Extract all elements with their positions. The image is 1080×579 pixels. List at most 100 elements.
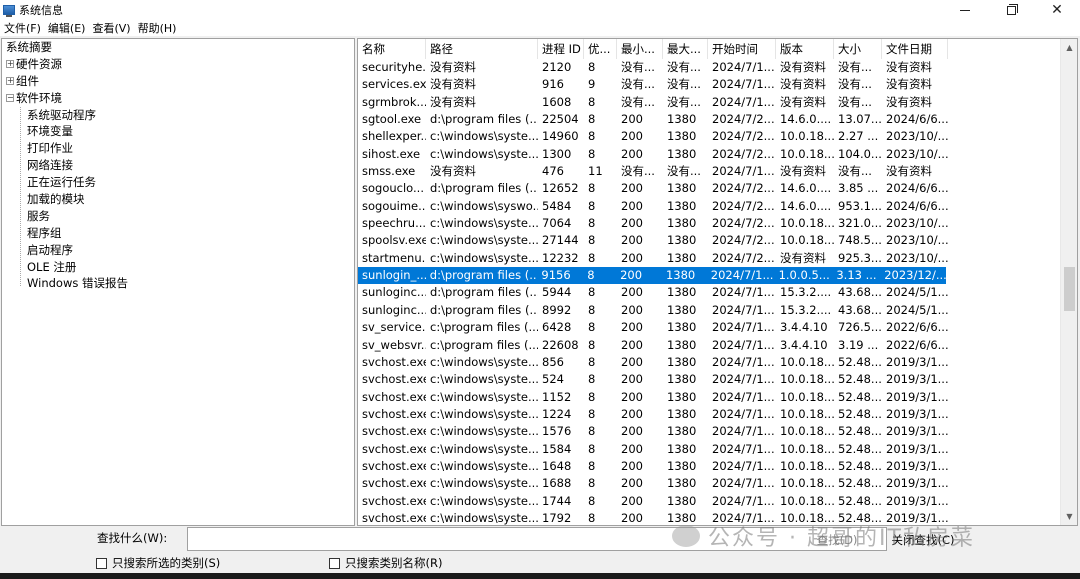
table-cell: 8	[588, 337, 596, 352]
menu-item-1[interactable]: 编辑(E)	[48, 20, 86, 36]
table-cell: 8	[587, 268, 595, 283]
table-row[interactable]: services.exe 没有资料 916 9 没有... 没有... 2024/7/1..…	[358, 76, 1062, 93]
search-category-names-label: 只搜索类别名称(R)	[345, 556, 443, 570]
tree-item-6[interactable]: 打印作业	[2, 140, 354, 157]
tree-item-4[interactable]: 系统驱动程序	[2, 107, 354, 124]
column-header-1[interactable]: 路径	[426, 39, 538, 59]
column-header-6[interactable]: 开始时间	[708, 39, 776, 59]
window-title: 系统信息	[19, 4, 63, 17]
table-row[interactable]: sunlogin_... d:\program files (... 9156 8 20…	[358, 267, 946, 285]
tree-item-label: 环境变量	[27, 124, 73, 139]
table-cell: 2024/7/2...	[712, 181, 775, 196]
scroll-thumb[interactable]	[1064, 267, 1075, 311]
table-row[interactable]: smss.exe 没有资料 476 11 没有... 没有... 2024/7/1... 没有…	[358, 163, 1062, 180]
close-button[interactable]: ✕	[1034, 0, 1080, 20]
menu-item-3[interactable]: 帮助(H)	[138, 20, 177, 36]
table-row[interactable]: svchost.exe c:\windows\syste... 1576 8 200 13…	[358, 423, 1062, 440]
menu-item-0[interactable]: 文件(F)	[4, 20, 41, 36]
minimize-icon	[960, 9, 970, 11]
table-row[interactable]: sv_service... c:\program files (... 6428 8 2…	[358, 319, 1062, 336]
table-row[interactable]: startmenu... c:\windows\syste... 12232 8 200…	[358, 250, 1062, 267]
table-cell: 1380	[667, 424, 697, 439]
table-cell: 2024/7/1...	[712, 337, 775, 352]
table-cell: 200	[621, 337, 643, 352]
column-header-8[interactable]: 大小	[834, 39, 882, 59]
tree-item-9[interactable]: 加载的模块	[2, 191, 354, 208]
table-row[interactable]: speechru... c:\windows\syste... 7064 8 200 13…	[358, 215, 1062, 232]
scroll-up-arrow-icon[interactable]: ▲	[1061, 39, 1077, 56]
vertical-scrollbar[interactable]: ▲ ▼	[1060, 39, 1077, 525]
category-tree[interactable]: 系统摘要 + 硬件资源 + 组件 − 软件环境 系统驱动程序 环境变量 打印作业 网络连接 正在运行任…	[1, 38, 355, 526]
tree-item-3[interactable]: − 软件环境	[2, 90, 354, 107]
table-row[interactable]: sv_websvr... c:\program files (... 22608 8 2…	[358, 337, 1062, 354]
tree-item-7[interactable]: 网络连接	[2, 157, 354, 174]
table-cell: d:\program files (...	[430, 285, 538, 300]
expand-icon[interactable]: +	[6, 60, 14, 69]
table-cell: 1792	[542, 510, 572, 525]
search-selected-category-option[interactable]: 只搜索所选的类别(S)	[96, 555, 220, 571]
table-row[interactable]: spoolsv.exe c:\windows\syste... 27144 8 200 1…	[358, 232, 1062, 249]
search-category-names-option[interactable]: 只搜索类别名称(R)	[329, 555, 442, 571]
table-cell: 10.0.18...	[780, 372, 834, 387]
table-row[interactable]: svchost.exe c:\windows\syste... 1688 8 200 13…	[358, 475, 1062, 492]
table-cell: 没有...	[667, 94, 701, 109]
table-row[interactable]: svchost.exe c:\windows\syste... 856 8 200 138…	[358, 354, 1062, 371]
tree-item-8[interactable]: 正在运行任务	[2, 174, 354, 191]
table-row[interactable]: sunloginc... d:\program files (... 8992 8 20…	[358, 302, 1062, 319]
table-cell: 52.48...	[838, 441, 882, 456]
table-cell: c:\windows\syste...	[430, 406, 538, 421]
tree-item-10[interactable]: 服务	[2, 208, 354, 225]
table-row[interactable]: sgtool.exe d:\program files (... 22504 8 200…	[358, 111, 1062, 128]
column-header-2[interactable]: 进程 ID	[538, 39, 584, 59]
table-row[interactable]: sgrmbrok... 没有资料 1608 8 没有... 没有... 2024/7/1..…	[358, 94, 1062, 111]
table-row[interactable]: svchost.exe c:\windows\syste... 1744 8 200 13…	[358, 493, 1062, 510]
table-row[interactable]: sihost.exe c:\windows\syste... 1300 8 200 138…	[358, 146, 1062, 163]
search-category-names-checkbox[interactable]	[329, 557, 340, 569]
search-selected-category-checkbox[interactable]	[96, 557, 107, 569]
minimize-button[interactable]	[942, 0, 988, 20]
tree-item-12[interactable]: 启动程序	[2, 242, 354, 259]
collapse-icon[interactable]: −	[6, 94, 14, 103]
column-header-7[interactable]: 版本	[776, 39, 834, 59]
tree-item-11[interactable]: 程序组	[2, 225, 354, 242]
menu-item-2[interactable]: 查看(V)	[92, 20, 130, 36]
tree-item-1[interactable]: + 硬件资源	[2, 56, 354, 73]
table-cell: 1380	[667, 441, 697, 456]
expand-icon[interactable]: +	[6, 77, 14, 86]
tree-item-0[interactable]: 系统摘要	[2, 39, 354, 56]
table-row[interactable]: svchost.exe c:\windows\syste... 1584 8 200 13…	[358, 441, 1062, 458]
table-cell: 1300	[542, 146, 572, 161]
table-cell: svchost.exe	[362, 493, 426, 508]
table-row[interactable]: svchost.exe c:\windows\syste... 1648 8 200 13…	[358, 458, 1062, 475]
column-header-5[interactable]: 最大...	[663, 39, 708, 59]
table-cell: 没有资料	[430, 94, 476, 109]
table-cell: 200	[621, 198, 643, 213]
table-cell: 726.5...	[838, 320, 882, 335]
column-header-0[interactable]: 名称	[358, 39, 426, 59]
scroll-down-arrow-icon[interactable]: ▼	[1061, 508, 1077, 525]
table-row[interactable]: securityhe... 没有资料 2120 8 没有... 没有... 2024/7/1…	[358, 59, 1062, 76]
table-row[interactable]: sogouclo... d:\program files (... 12652 8 20…	[358, 180, 1062, 197]
tree-item-2[interactable]: + 组件	[2, 73, 354, 90]
column-header-4[interactable]: 最小...	[617, 39, 663, 59]
table-cell: 925.3...	[838, 250, 882, 265]
table-cell: smss.exe	[362, 164, 416, 179]
table-row[interactable]: svchost.exe c:\windows\syste... 1224 8 200 13…	[358, 406, 1062, 423]
table-cell: 没有...	[621, 94, 655, 109]
table-cell: 2024/7/1...	[712, 60, 775, 74]
find-what-label: 查找什么(W):	[97, 531, 168, 545]
tree-item-5[interactable]: 环境变量	[2, 123, 354, 140]
table-row[interactable]: svchost.exe c:\windows\syste... 1152 8 200 13…	[358, 389, 1062, 406]
tree-item-14[interactable]: Windows 错误报告	[2, 275, 354, 292]
table-row[interactable]: svchost.exe c:\windows\syste... 524 8 200 138…	[358, 371, 1062, 388]
restore-button[interactable]	[988, 0, 1034, 20]
table-cell: svchost.exe	[362, 424, 426, 439]
process-list[interactable]: 名称 路径 进程 ID 优... 最小... 最大... 开始时间 版本 大小 文件日期 secu…	[357, 38, 1078, 526]
column-header-9[interactable]: 文件日期	[882, 39, 948, 59]
table-cell: 1380	[667, 372, 697, 387]
column-header-3[interactable]: 优...	[584, 39, 617, 59]
table-row[interactable]: shellexper... c:\windows\syste... 14960 8 20…	[358, 128, 1062, 145]
table-row[interactable]: sogouime... c:\windows\syswo... 5484 8 200 13…	[358, 198, 1062, 215]
tree-item-13[interactable]: OLE 注册	[2, 259, 354, 276]
table-row[interactable]: sunloginc... d:\program files (... 5944 8 20…	[358, 284, 1062, 301]
